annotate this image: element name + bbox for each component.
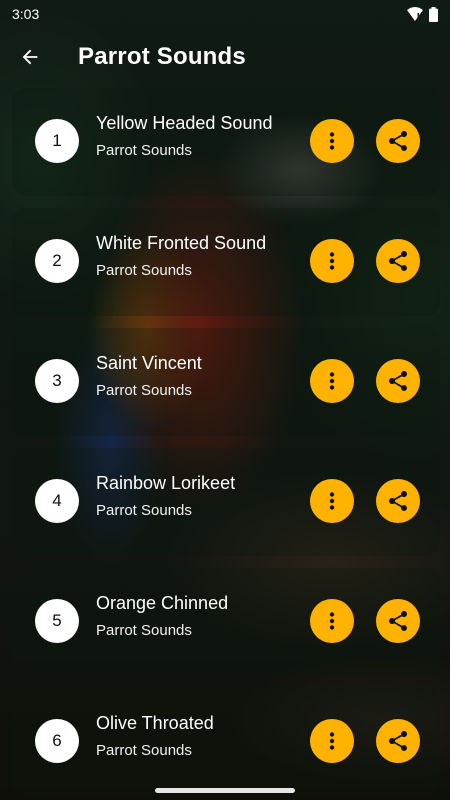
more-vert-icon [329, 492, 335, 510]
share-icon [389, 131, 407, 151]
battery-icon [429, 6, 438, 22]
more-button[interactable] [310, 359, 354, 403]
item-number-badge: 1 [35, 119, 79, 163]
more-button[interactable] [310, 599, 354, 643]
more-vert-icon [329, 732, 335, 750]
more-button[interactable] [310, 239, 354, 283]
more-button[interactable] [310, 719, 354, 763]
share-button[interactable] [376, 239, 420, 283]
list-item[interactable]: 2 White Fronted Sound Parrot Sounds [12, 208, 440, 316]
item-subtitle: Parrot Sounds [96, 382, 192, 399]
status-time: 3:03 [12, 6, 40, 22]
item-subtitle: Parrot Sounds [96, 742, 192, 759]
status-icons [407, 6, 438, 22]
item-number-badge: 2 [35, 239, 79, 283]
app-bar: Parrot Sounds [0, 28, 450, 86]
share-button[interactable] [376, 599, 420, 643]
item-number-badge: 4 [35, 479, 79, 523]
home-indicator[interactable] [155, 788, 295, 793]
back-button[interactable] [10, 37, 50, 77]
item-number-badge: 6 [35, 719, 79, 763]
list-item[interactable]: 6 Olive Throated Parrot Sounds [12, 688, 440, 796]
item-name: Saint Vincent [96, 353, 202, 373]
list-item[interactable]: 5 Orange Chinned Parrot Sounds [12, 568, 440, 676]
more-button[interactable] [310, 479, 354, 523]
share-icon [389, 371, 407, 391]
item-subtitle: Parrot Sounds [96, 262, 192, 279]
item-number-badge: 5 [35, 599, 79, 643]
item-subtitle: Parrot Sounds [96, 142, 192, 159]
item-name: White Fronted Sound [96, 233, 267, 253]
share-icon [389, 611, 407, 631]
share-button[interactable] [376, 479, 420, 523]
item-name: Yellow Headed Sound [96, 113, 273, 133]
item-subtitle: Parrot Sounds [96, 502, 192, 519]
share-icon [389, 251, 407, 271]
item-name: Orange Chinned [96, 593, 229, 613]
status-bar: 3:03 [0, 0, 450, 28]
share-button[interactable] [376, 719, 420, 763]
more-vert-icon [329, 612, 335, 630]
arrow-left-icon [22, 49, 38, 65]
share-icon [389, 731, 407, 751]
list-item[interactable]: 3 Saint Vincent Parrot Sounds [12, 328, 440, 436]
more-button[interactable] [310, 119, 354, 163]
item-name: Olive Throated [96, 713, 214, 733]
more-vert-icon [329, 252, 335, 270]
list-item[interactable]: 4 Rainbow Lorikeet Parrot Sounds [12, 448, 440, 556]
more-vert-icon [329, 132, 335, 150]
item-number-badge: 3 [35, 359, 79, 403]
list-item[interactable]: 1 Yellow Headed Sound Parrot Sounds [12, 88, 440, 196]
share-icon [389, 491, 407, 511]
wifi-icon [407, 7, 423, 21]
share-button[interactable] [376, 359, 420, 403]
item-name: Rainbow Lorikeet [96, 473, 236, 493]
more-vert-icon [329, 372, 335, 390]
share-button[interactable] [376, 119, 420, 163]
page-title: Parrot Sounds [78, 43, 246, 70]
item-subtitle: Parrot Sounds [96, 622, 192, 639]
